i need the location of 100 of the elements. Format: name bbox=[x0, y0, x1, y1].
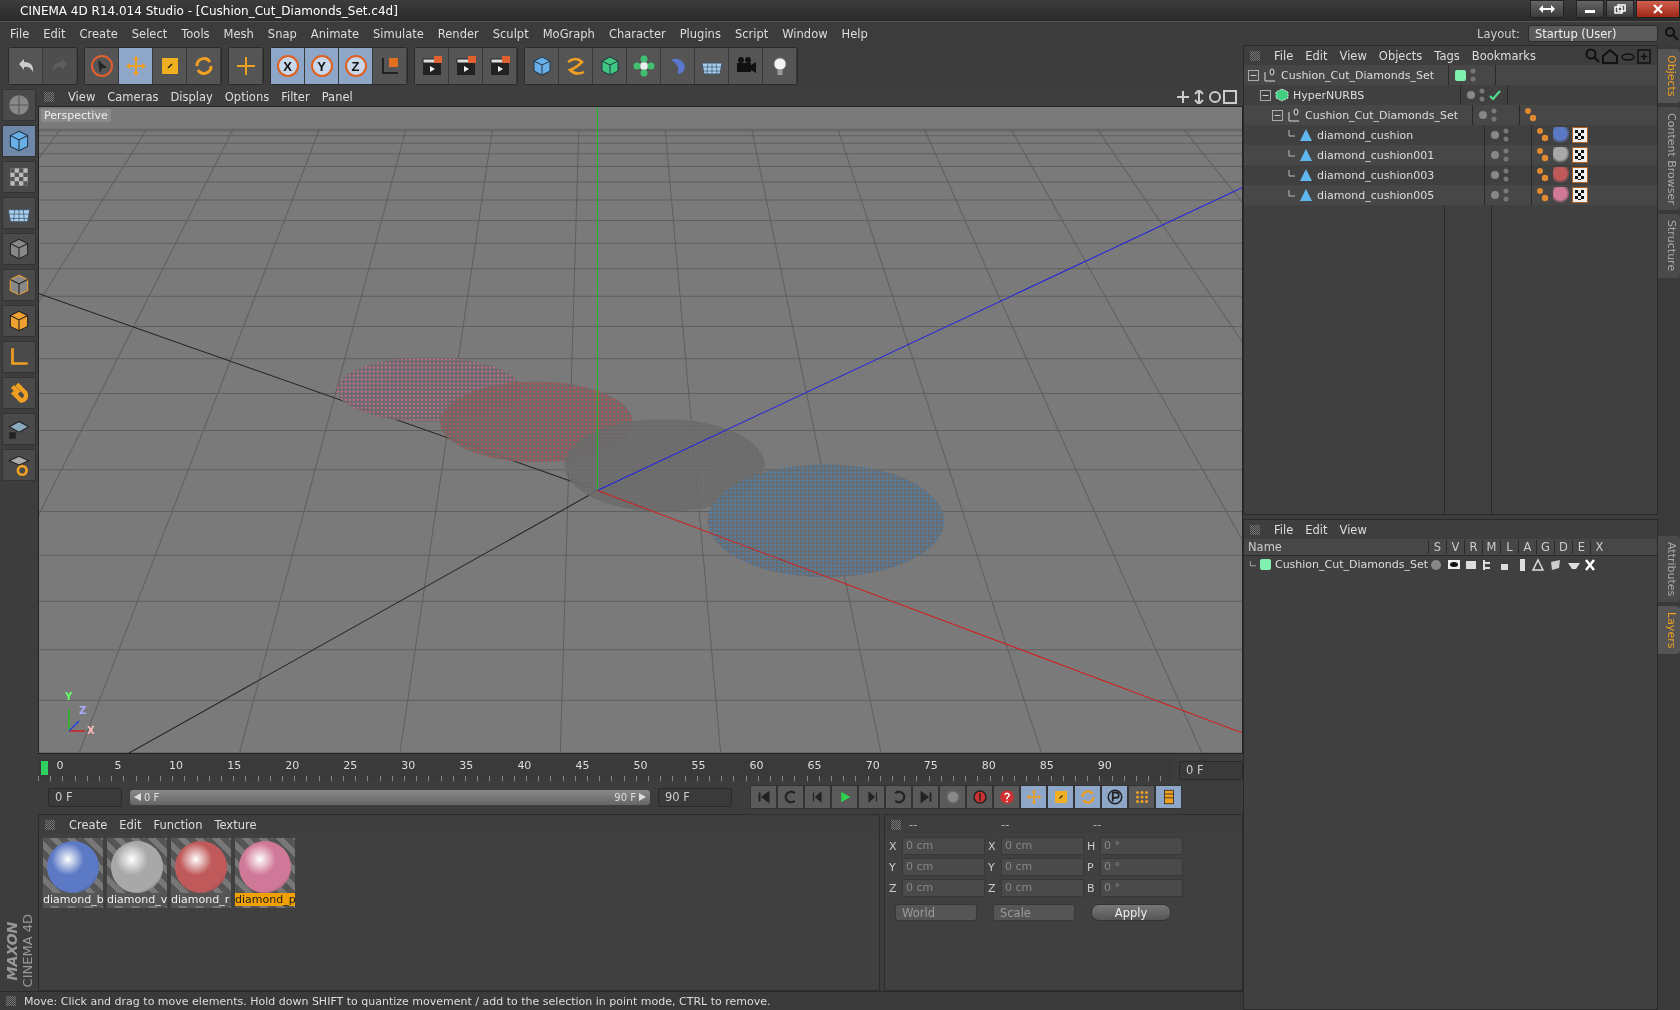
side-tab[interactable]: Objects bbox=[1658, 49, 1680, 103]
menu-item[interactable]: Texture bbox=[208, 817, 263, 832]
menu-item[interactable]: Character bbox=[602, 26, 672, 41]
current-frame-field[interactable]: 0 F bbox=[1179, 760, 1243, 780]
record-off-button[interactable] bbox=[939, 785, 966, 809]
menu-item[interactable]: File bbox=[1268, 522, 1300, 537]
next-key-button[interactable] bbox=[885, 785, 912, 809]
phong-tag-icon[interactable] bbox=[1536, 167, 1550, 183]
column-header[interactable]: A bbox=[1518, 540, 1536, 554]
menu-item[interactable]: Edit bbox=[113, 817, 148, 832]
checker-mode-button[interactable] bbox=[2, 161, 36, 193]
play-button[interactable] bbox=[831, 785, 858, 809]
collapse-toggle-icon[interactable] bbox=[1272, 109, 1283, 121]
rotate-button[interactable] bbox=[1074, 785, 1101, 809]
render-visibility-dots[interactable] bbox=[1503, 128, 1509, 142]
scale-tool-button[interactable] bbox=[153, 48, 187, 84]
grip-handle[interactable] bbox=[1250, 50, 1260, 61]
side-tab[interactable]: Attributes bbox=[1658, 535, 1680, 602]
help-button[interactable] bbox=[993, 785, 1020, 809]
menu-item[interactable]: Panel bbox=[315, 89, 359, 104]
collapse-toggle-icon[interactable] bbox=[1248, 69, 1259, 81]
visibility-dot[interactable] bbox=[1467, 91, 1475, 99]
menu-item[interactable]: Tags bbox=[1428, 48, 1466, 63]
axis-lock-tool-button[interactable]: Y bbox=[305, 48, 339, 84]
visibility-dot[interactable] bbox=[1491, 151, 1499, 159]
checker-tag-icon[interactable] bbox=[1572, 167, 1588, 183]
coordinate-system-tool-button[interactable] bbox=[373, 48, 407, 84]
grip-handle[interactable] bbox=[1250, 524, 1260, 535]
column-header[interactable]: G bbox=[1536, 540, 1554, 554]
axis-mode-button[interactable] bbox=[2, 341, 36, 373]
maximize-button[interactable] bbox=[1606, 0, 1634, 18]
column-header[interactable]: L bbox=[1500, 540, 1518, 554]
material-swatch[interactable]: diamond_v bbox=[107, 838, 167, 908]
cube-tool-button[interactable] bbox=[525, 48, 559, 84]
prev-key-button[interactable] bbox=[777, 785, 804, 809]
end-frame-field[interactable]: 90 F bbox=[658, 787, 732, 807]
grid-lock-mode-button[interactable] bbox=[2, 413, 36, 445]
film-button[interactable] bbox=[1155, 785, 1182, 809]
menu-item[interactable]: File bbox=[1268, 48, 1300, 63]
column-header[interactable]: X bbox=[1590, 540, 1608, 554]
move-tool-button[interactable] bbox=[119, 48, 153, 84]
flower-tool-button[interactable] bbox=[627, 48, 661, 84]
axis-lock-tool-button[interactable]: X bbox=[271, 48, 305, 84]
column-header[interactable]: E bbox=[1572, 540, 1590, 554]
render-visibility-dots[interactable] bbox=[1503, 148, 1509, 162]
render-visibility-dots[interactable] bbox=[1491, 108, 1497, 122]
menu-item[interactable]: View bbox=[62, 89, 102, 104]
layout-dropdown[interactable]: Startup (User) bbox=[1528, 25, 1658, 42]
column-header[interactable]: V bbox=[1446, 540, 1464, 554]
menu-item[interactable]: Snap bbox=[261, 26, 303, 41]
material-swatch[interactable]: diamond_r bbox=[171, 838, 231, 908]
first-button[interactable] bbox=[750, 785, 777, 809]
phong-tag-icon[interactable] bbox=[1536, 147, 1550, 163]
menu-item[interactable]: Window bbox=[776, 26, 834, 41]
checker-tag-icon[interactable] bbox=[1572, 187, 1588, 203]
menu-item[interactable]: Plugins bbox=[673, 26, 727, 41]
check-icon[interactable] bbox=[1489, 89, 1501, 101]
menu-item[interactable]: Options bbox=[218, 89, 276, 104]
menu-item[interactable]: Sculpt bbox=[486, 26, 535, 41]
grip-handle[interactable] bbox=[45, 819, 55, 830]
magnet-mode-button[interactable] bbox=[2, 377, 36, 409]
collapse-toggle-icon[interactable] bbox=[1260, 89, 1271, 101]
column-header[interactable]: Name bbox=[1244, 540, 1428, 554]
right-arrow-icon[interactable] bbox=[639, 793, 646, 801]
menu-item[interactable]: Animate bbox=[304, 26, 365, 41]
dots-button[interactable] bbox=[1128, 785, 1155, 809]
grip-handle[interactable] bbox=[6, 996, 16, 1006]
side-tab[interactable]: Content Browser bbox=[1658, 106, 1680, 211]
object-name[interactable]: HyperNURBS bbox=[1293, 88, 1365, 102]
clapperboard-tool-button[interactable] bbox=[449, 48, 483, 84]
menu-item[interactable]: Edit bbox=[37, 26, 72, 41]
phong-tag-icon[interactable] bbox=[1536, 127, 1550, 143]
checker-tag-icon[interactable] bbox=[1572, 147, 1588, 163]
layer-name[interactable]: Cushion_Cut_Diamonds_Set bbox=[1274, 558, 1428, 571]
move-button[interactable] bbox=[1020, 785, 1047, 809]
menu-item[interactable]: Function bbox=[147, 817, 209, 832]
grip-handle[interactable] bbox=[891, 819, 901, 830]
phong-tag-icon[interactable] bbox=[1524, 107, 1538, 123]
menu-item[interactable]: File bbox=[4, 26, 36, 41]
nurbs-cube-tool-button[interactable] bbox=[593, 48, 627, 84]
object-name[interactable]: diamond_cushion001 bbox=[1317, 148, 1435, 162]
menu-item[interactable]: Help bbox=[835, 26, 874, 41]
spline-tool-button[interactable] bbox=[559, 48, 593, 84]
menu-item[interactable]: Script bbox=[728, 26, 775, 41]
object-name[interactable]: diamond_cushion005 bbox=[1317, 188, 1435, 202]
menu-item[interactable]: Tools bbox=[175, 26, 216, 41]
menu-item[interactable]: Display bbox=[164, 89, 219, 104]
scale-button[interactable] bbox=[1047, 785, 1074, 809]
side-tab[interactable]: Structure bbox=[1658, 214, 1680, 278]
phong-tag-icon[interactable] bbox=[1536, 187, 1550, 203]
resize-button[interactable] bbox=[1530, 0, 1564, 18]
column-header[interactable]: D bbox=[1554, 540, 1572, 554]
column-header[interactable]: R bbox=[1464, 540, 1482, 554]
menu-item[interactable]: View bbox=[1333, 48, 1373, 63]
side-tab[interactable]: Layers bbox=[1658, 605, 1680, 655]
menu-item[interactable]: Bookmarks bbox=[1465, 48, 1542, 63]
last-button[interactable] bbox=[912, 785, 939, 809]
apply-button[interactable]: Apply bbox=[1091, 904, 1171, 921]
material-tag[interactable] bbox=[1553, 147, 1569, 163]
render-visibility-dots[interactable] bbox=[1470, 68, 1476, 82]
